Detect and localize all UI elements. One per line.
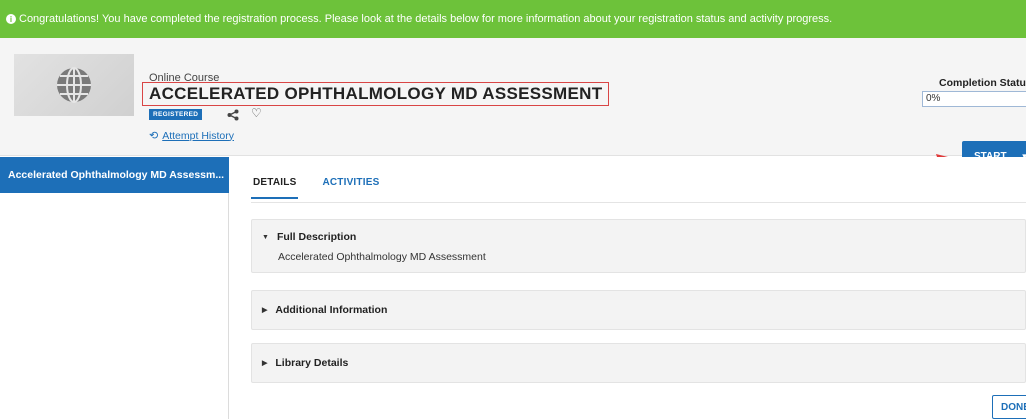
status-badge: REGISTERED <box>149 109 203 120</box>
completion-status-value: 0% <box>922 91 1026 107</box>
heart-icon[interactable]: ♡ <box>251 106 262 120</box>
history-icon: ⟲ <box>149 130 159 142</box>
done-button[interactable]: DONE <box>992 395 1026 419</box>
attempt-history-label: Attempt History <box>162 129 234 142</box>
share-icon[interactable] <box>227 108 239 126</box>
banner-text: Congratulations! You have completed the … <box>19 13 833 25</box>
main-content: DETAILS ACTIVITIES ▼ Full Description Ac… <box>229 157 1026 419</box>
section-header[interactable]: ▶ Library Details <box>262 357 348 369</box>
completion-status-label: Completion Status <box>939 77 1026 89</box>
full-description-section[interactable]: ▼ Full Description Accelerated Ophthalmo… <box>251 219 1026 273</box>
library-details-section[interactable]: ▶ Library Details <box>251 343 1026 383</box>
caret-right-icon: ▶ <box>262 307 268 314</box>
sidebar-item-label: Accelerated Ophthalmology MD Assessm... <box>8 169 225 181</box>
additional-information-section[interactable]: ▶ Additional Information <box>251 290 1026 330</box>
course-header: Online Course ACCELERATED OPHTHALMOLOGY … <box>0 38 1026 176</box>
sidebar-item-course[interactable]: Accelerated Ophthalmology MD Assessm... <box>0 157 229 193</box>
caret-right-icon: ▶ <box>262 360 268 367</box>
tab-details[interactable]: DETAILS <box>251 169 299 199</box>
course-title-highlight: ACCELERATED OPHTHALMOLOGY MD ASSESSMENT <box>142 82 610 106</box>
info-icon: i <box>6 14 16 24</box>
course-title: ACCELERATED OPHTHALMOLOGY MD ASSESSMENT <box>149 84 603 103</box>
tab-activities[interactable]: ACTIVITIES <box>320 169 381 199</box>
done-label: DONE <box>1001 401 1026 413</box>
section-content: Accelerated Ophthalmology MD Assessment <box>278 251 486 263</box>
tab-divider <box>251 202 1026 203</box>
success-banner: i Congratulations! You have completed th… <box>0 0 1026 38</box>
section-header[interactable]: ▼ Full Description <box>262 231 356 243</box>
tab-bar: DETAILS ACTIVITIES <box>251 169 381 199</box>
attempt-history-link[interactable]: ⟲ Attempt History <box>149 129 234 143</box>
section-title: Additional Information <box>275 304 388 316</box>
sidebar: Accelerated Ophthalmology MD Assessm... <box>0 157 229 419</box>
caret-down-icon: ▼ <box>262 233 269 241</box>
course-thumbnail <box>14 54 134 116</box>
section-header[interactable]: ▶ Additional Information <box>262 304 387 316</box>
globe-icon <box>57 67 91 103</box>
section-title: Library Details <box>275 357 349 369</box>
section-title: Full Description <box>276 231 357 243</box>
